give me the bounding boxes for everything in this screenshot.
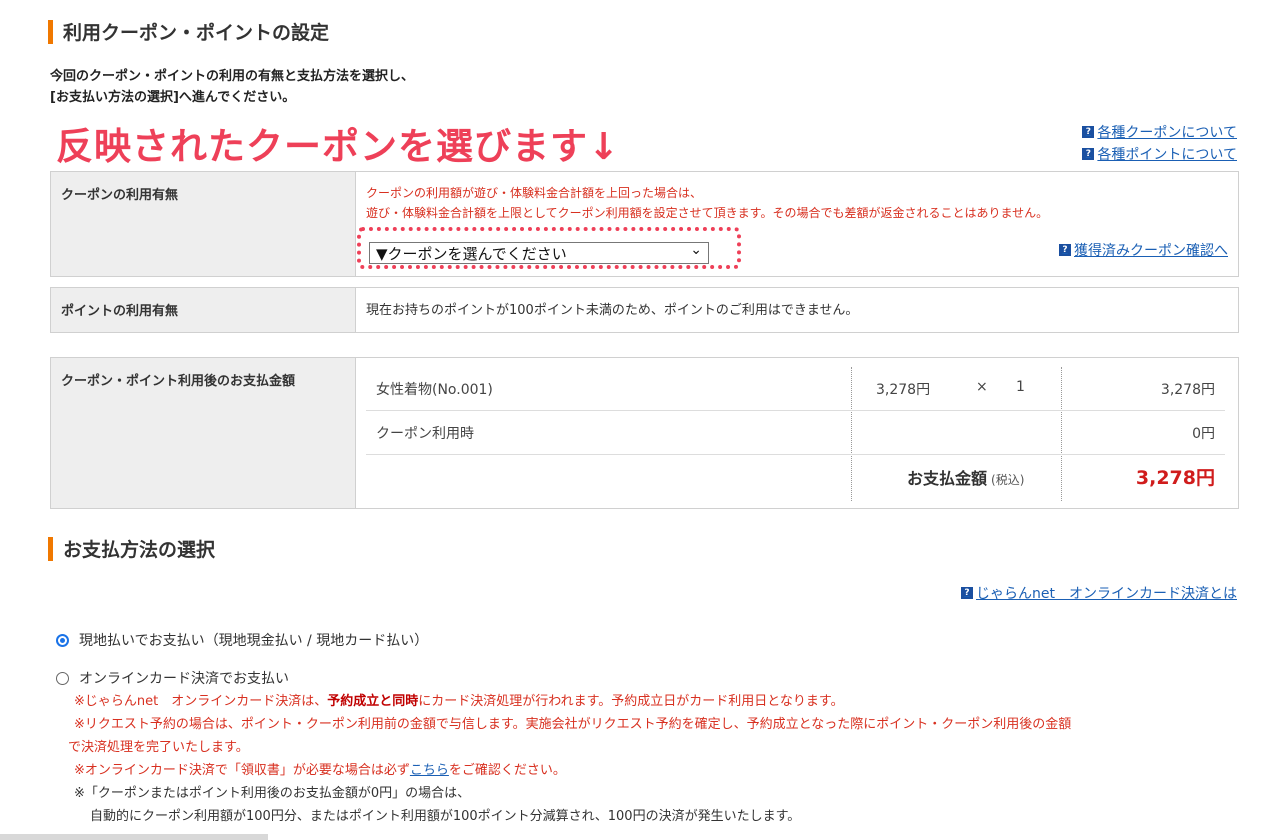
item-unit-price: 3,278円 xyxy=(876,382,931,398)
section-heading-payment-method: お支払方法の選択 xyxy=(48,535,215,562)
item-name: クーポン利用時 xyxy=(376,426,474,442)
coupon-usage-content: クーポンの利用額が遊び・体験料金合計額を上回った場合は、 遊び・体験料金合計額を… xyxy=(356,172,1238,276)
item-amount: 3,278円 xyxy=(1160,382,1215,398)
coupon-usage-label: クーポンの利用有無 xyxy=(51,172,356,276)
note-line: で決済処理を完了いたします。 xyxy=(68,740,249,755)
heading-accent-bar xyxy=(48,19,53,44)
note-text: にカード決済処理が行われます。予約成立日がカード利用日となります。 xyxy=(418,694,844,709)
section-title: お支払方法の選択 xyxy=(63,539,216,561)
note-text: をご確認ください。 xyxy=(448,763,566,778)
help-icon: ? xyxy=(1059,244,1071,256)
annotation-highlight-box: ▼クーポンを選んでください ⌄ xyxy=(357,227,741,269)
receipt-info-link[interactable]: こちら xyxy=(410,763,449,778)
payment-amount-content: 女性着物(No.001) 3,278円 × 1 3,278円 クーポン利用時 0… xyxy=(356,358,1238,508)
item-name: 女性着物(No.001) xyxy=(376,382,493,398)
coupon-about-label: 各種クーポンについて xyxy=(1097,125,1237,141)
total-tax-note: (税込) xyxy=(991,473,1025,487)
point-about-label: 各種ポイントについて xyxy=(1097,147,1237,163)
payment-table: 女性着物(No.001) 3,278円 × 1 3,278円 クーポン利用時 0… xyxy=(366,367,1225,501)
payment-amount-label: クーポン・ポイント利用後のお支払金額 xyxy=(51,358,356,508)
heading-accent-bar xyxy=(48,536,53,561)
coupon-usage-panel: クーポンの利用有無 クーポンの利用額が遊び・体験料金合計額を上回った場合は、 遊… xyxy=(50,171,1239,277)
total-label-text: お支払金額 xyxy=(907,469,988,488)
radio-onsite[interactable] xyxy=(56,633,69,647)
coupon-select[interactable]: ▼クーポンを選んでください ⌄ xyxy=(369,242,709,264)
coupon-warning-note: クーポンの利用額が遊び・体験料金合計額を上回った場合は、 遊び・体験料金合計額を… xyxy=(366,183,1048,223)
online-card-notes: ※じゃらんnet オンラインカード決済は、予約成立と同時にカード決済処理が行われ… xyxy=(68,690,1244,828)
radio-online-card[interactable] xyxy=(56,671,69,685)
item-times-sign: × xyxy=(976,379,988,395)
total-value: 3,278円 xyxy=(1135,467,1215,489)
coupon-note-line-1: クーポンの利用額が遊び・体験料金合計額を上回った場合は、 xyxy=(366,186,703,200)
total-label: お支払金額 (税込) xyxy=(907,465,1024,489)
table-row: クーポン利用時 0円 xyxy=(366,411,1225,455)
point-about-link[interactable]: ? 各種ポイントについて xyxy=(1082,144,1237,164)
coupon-check-label: 獲得済みクーポン確認へ xyxy=(1074,243,1228,259)
horizontal-scrollbar[interactable] xyxy=(0,834,268,840)
item-quantity: 1 xyxy=(1016,379,1025,395)
point-usage-content: 現在お持ちのポイントが100ポイント未満のため、ポイントのご利用はできません。 xyxy=(356,288,1238,332)
online-card-about-label: じゃらんnet オンラインカード決済とは xyxy=(976,586,1237,602)
payment-option-onsite[interactable]: 現地払いでお支払い（現地現金払い / 現地カード払い） xyxy=(56,630,428,650)
coupon-check-link[interactable]: ? 獲得済みクーポン確認へ xyxy=(1059,240,1228,260)
note-line: ※「クーポンまたはポイント利用後のお支払金額が0円」の場合は、 xyxy=(74,786,471,801)
intro-text: 今回のクーポン・ポイントの利用の有無と支払方法を選択し、 [お支払い方法の選択]… xyxy=(50,66,414,108)
coupon-note-line-2: 遊び・体験料金合計額を上限としてクーポン利用額を設定させて頂きます。その場合でも… xyxy=(366,206,1049,220)
payment-amount-panel: クーポン・ポイント利用後のお支払金額 女性着物(No.001) 3,278円 ×… xyxy=(50,357,1239,509)
annotation-overlay-text: 反映されたクーポンを選びます↓ xyxy=(56,125,621,168)
total-row: お支払金額 (税込) 3,278円 xyxy=(366,455,1225,501)
note-line: ※リクエスト予約の場合は、ポイント・クーポン利用前の金額で与信します。実施会社が… xyxy=(74,717,1072,732)
table-row: 女性着物(No.001) 3,278円 × 1 3,278円 xyxy=(366,367,1225,411)
note-line: ※じゃらんnet オンラインカード決済は、予約成立と同時にカード決済処理が行われ… xyxy=(74,690,1244,713)
note-line: ※オンラインカード決済で「領収書」が必要な場合は必ずこちらをご確認ください。 xyxy=(74,759,1244,782)
note-text: ※オンラインカード決済で「領収書」が必要な場合は必ず xyxy=(74,763,410,778)
note-text: ※じゃらんnet オンラインカード決済は、 xyxy=(74,694,328,709)
note-line: 自動的にクーポン利用額が100円分、またはポイント利用額が100ポイント分減算さ… xyxy=(90,809,801,824)
point-usage-panel: ポイントの利用有無 現在お持ちのポイントが100ポイント未満のため、ポイントのご… xyxy=(50,287,1239,333)
intro-line-2: [お支払い方法の選択]へ進んでください。 xyxy=(50,90,296,105)
coupon-about-link[interactable]: ? 各種クーポンについて xyxy=(1082,122,1237,142)
point-unavailable-text: 現在お持ちのポイントが100ポイント未満のため、ポイントのご利用はできません。 xyxy=(366,303,859,318)
section-heading-coupon-point: 利用クーポン・ポイントの設定 xyxy=(48,18,329,45)
help-icon: ? xyxy=(1082,126,1095,138)
note-emphasis: 予約成立と同時 xyxy=(327,694,419,709)
payment-option-label: オンラインカード決済でお支払い xyxy=(79,671,289,687)
coupon-select-value: ▼クーポンを選んでください xyxy=(376,244,567,263)
payment-option-label: 現地払いでお支払い（現地現金払い / 現地カード払い） xyxy=(79,633,429,649)
payment-option-online-card[interactable]: オンラインカード決済でお支払い xyxy=(56,668,289,688)
intro-line-1: 今回のクーポン・ポイントの利用の有無と支払方法を選択し、 xyxy=(50,69,415,84)
section-title: 利用クーポン・ポイントの設定 xyxy=(63,22,330,44)
online-card-about-link[interactable]: ? じゃらんnet オンラインカード決済とは xyxy=(961,583,1237,603)
help-icon: ? xyxy=(961,587,974,599)
help-icon: ? xyxy=(1082,148,1095,160)
point-usage-label: ポイントの利用有無 xyxy=(51,288,356,332)
item-amount: 0円 xyxy=(1192,426,1215,442)
chevron-down-icon: ⌄ xyxy=(690,242,702,258)
